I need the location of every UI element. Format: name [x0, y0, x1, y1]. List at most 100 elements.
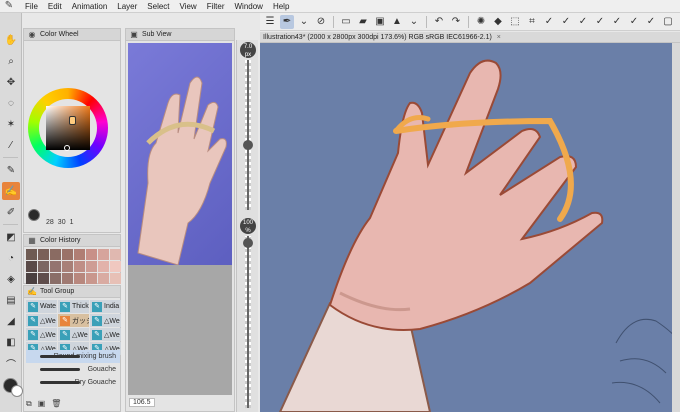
sub-tool-tab[interactable]: ✎ △We: [90, 314, 121, 327]
brush-size-slider-thumb[interactable]: [243, 140, 253, 150]
canvas[interactable]: [260, 43, 680, 412]
transform-icon[interactable]: ⬚: [508, 15, 522, 29]
color-history-swatch[interactable]: [110, 249, 121, 260]
move-icon[interactable]: ✥: [2, 73, 20, 91]
undo-icon[interactable]: ↶: [432, 15, 446, 29]
sub-tool-tab[interactable]: ✎ Thick: [58, 300, 89, 313]
delete-icon[interactable]: 🗑: [51, 399, 61, 409]
pen-select-icon[interactable]: ✒: [280, 14, 294, 29]
saturation-value-square[interactable]: [46, 106, 90, 150]
fill-bucket-icon[interactable]: ◈: [2, 270, 20, 288]
checkmark-icon[interactable]: ✓: [627, 15, 641, 29]
eyedropper-icon[interactable]: ⁄: [2, 136, 20, 154]
color-history-swatch[interactable]: [74, 249, 85, 260]
brush-item[interactable]: Gouache: [26, 363, 120, 376]
color-history-swatch[interactable]: [26, 249, 37, 260]
document-tab[interactable]: Illustration43* (2000 x 2800px 300dpi 17…: [260, 32, 680, 43]
checkmark-icon[interactable]: ✓: [576, 15, 590, 29]
save-icon[interactable]: ▣: [373, 15, 387, 29]
color-history-swatch[interactable]: [98, 249, 109, 260]
color-history-swatch[interactable]: [110, 261, 121, 272]
color-history-swatch[interactable]: [62, 273, 73, 284]
color-history-swatch[interactable]: [74, 261, 85, 272]
menu-layer[interactable]: Layer: [112, 0, 142, 13]
hand-icon[interactable]: ✋: [2, 31, 20, 49]
canvas-scrollbar[interactable]: [672, 43, 680, 412]
gradient-icon[interactable]: ▤: [2, 291, 20, 309]
copy-icon[interactable]: ⧉: [26, 399, 32, 409]
fill-icon[interactable]: ◆: [491, 15, 505, 29]
blend-icon[interactable]: ◔: [2, 249, 20, 267]
new-file-icon[interactable]: ▭: [339, 15, 353, 29]
zoom-icon[interactable]: ⌕: [2, 52, 20, 70]
chevron-down-icon[interactable]: ⌄: [407, 15, 421, 29]
color-history-swatch[interactable]: [86, 261, 97, 272]
opacity-track[interactable]: [247, 236, 249, 408]
sub-tool-tab[interactable]: ✎ △We: [58, 328, 89, 341]
frame-icon[interactable]: ▢: [661, 15, 675, 29]
figure-icon[interactable]: ◢: [2, 312, 20, 330]
color-history-swatch[interactable]: [62, 261, 73, 272]
sub-tool-tab[interactable]: ✎ △We: [26, 314, 57, 327]
chevron-down-icon[interactable]: ⌄: [297, 15, 311, 29]
brush-icon[interactable]: ✍: [2, 182, 20, 200]
color-history-swatch[interactable]: [38, 273, 49, 284]
brush-item[interactable]: Round mixing brush: [26, 350, 120, 363]
loading-icon[interactable]: ✺: [474, 15, 488, 29]
sub-tool-tab[interactable]: ✎ △We: [90, 328, 121, 341]
menu-filter[interactable]: Filter: [202, 0, 230, 13]
color-history-swatch[interactable]: [74, 273, 85, 284]
new-icon[interactable]: ▣: [38, 399, 46, 409]
color-history-swatch[interactable]: [98, 261, 109, 272]
eraser-icon[interactable]: ◩: [2, 228, 20, 246]
redo-icon[interactable]: ↷: [449, 15, 463, 29]
menu-animation[interactable]: Animation: [67, 0, 113, 13]
menu-window[interactable]: Window: [230, 0, 268, 13]
checkmark-icon[interactable]: ✓: [593, 15, 607, 29]
no-entry-icon[interactable]: ⊘: [314, 15, 328, 29]
current-color-swatch[interactable]: [28, 209, 40, 221]
menu-icon[interactable]: ☰: [263, 15, 277, 29]
checkmark-icon[interactable]: ✓: [559, 15, 573, 29]
sub-view-zoom[interactable]: 106.5: [129, 398, 155, 407]
color-history-swatch[interactable]: [86, 249, 97, 260]
color-history-swatch[interactable]: [50, 273, 61, 284]
close-icon[interactable]: ×: [497, 34, 501, 41]
brush-size-track[interactable]: [247, 60, 249, 210]
sub-tool-tab[interactable]: ✎ Wate: [26, 300, 57, 313]
hue-knob[interactable]: [69, 116, 76, 125]
sub-tool-tab[interactable]: ✎ India: [90, 300, 121, 313]
color-cursor[interactable]: [64, 145, 70, 151]
magic-wand-icon[interactable]: ✶: [2, 115, 20, 133]
checkmark-icon[interactable]: ✓: [542, 15, 556, 29]
lasso-icon[interactable]: ◌: [2, 94, 20, 112]
menu-file[interactable]: File: [20, 0, 43, 13]
menu-help[interactable]: Help: [268, 0, 294, 13]
airbrush-icon[interactable]: ✐: [2, 203, 20, 221]
sub-tool-tab[interactable]: ✎ガッシ: [58, 314, 89, 327]
color-history-swatch[interactable]: [50, 261, 61, 272]
brush-item[interactable]: Dry Gouache: [26, 376, 120, 389]
app-logo-icon[interactable]: ✎: [2, 0, 16, 12]
menu-view[interactable]: View: [175, 0, 202, 13]
pen-icon[interactable]: ✎: [2, 161, 20, 179]
opacity-slider-thumb[interactable]: [243, 238, 253, 248]
triangle-icon[interactable]: ▲: [390, 15, 404, 29]
crop-icon[interactable]: ⌗: [525, 15, 539, 29]
color-history-swatch[interactable]: [38, 261, 49, 272]
menu-edit[interactable]: Edit: [43, 0, 67, 13]
color-history-swatch[interactable]: [26, 261, 37, 272]
color-history-swatch[interactable]: [26, 273, 37, 284]
color-history-swatch[interactable]: [50, 249, 61, 260]
open-folder-icon[interactable]: ▰: [356, 15, 370, 29]
color-history-swatch[interactable]: [98, 273, 109, 284]
color-history-swatch[interactable]: [110, 273, 121, 284]
color-history-swatch[interactable]: [62, 249, 73, 260]
checkmark-icon[interactable]: ✓: [644, 15, 658, 29]
checkmark-icon[interactable]: ✓: [610, 15, 624, 29]
sub-tool-tab[interactable]: ✎ △We: [26, 328, 57, 341]
sub-color-swatch[interactable]: [11, 385, 23, 397]
ruler-icon[interactable]: ⌒: [2, 354, 20, 372]
text-icon[interactable]: ◧: [2, 333, 20, 351]
reference-image[interactable]: [128, 43, 232, 265]
